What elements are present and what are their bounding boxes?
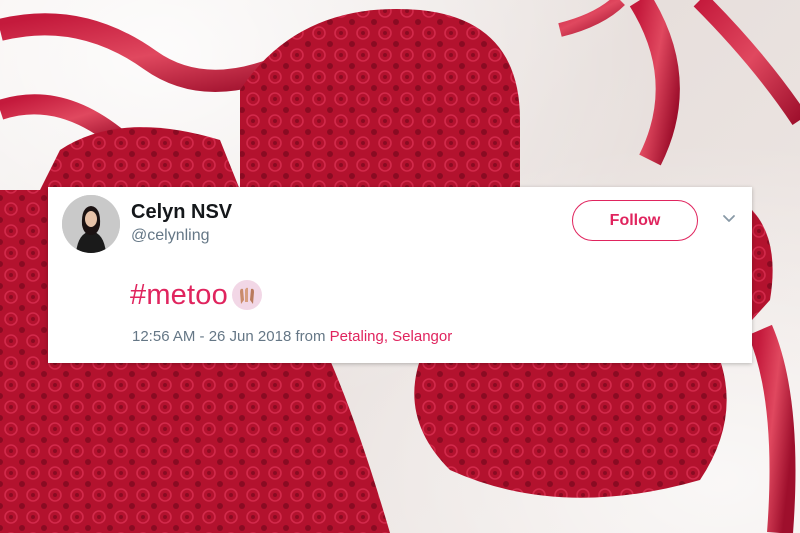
hashtag-link[interactable]: #metoo (130, 279, 228, 312)
chevron-down-icon[interactable] (722, 214, 736, 224)
location-link[interactable]: Petaling, Selangor (330, 328, 453, 345)
raised-hands-emoji (231, 280, 262, 310)
user-handle[interactable]: @celynling (131, 227, 210, 245)
follow-button[interactable]: Follow (572, 200, 698, 241)
display-name[interactable]: Celyn NSV (131, 201, 232, 224)
timestamp-link[interactable]: 12:56 AM - 26 Jun 2018 (132, 328, 291, 345)
tweet-meta: 12:56 AM - 26 Jun 2018 from Petaling, Se… (132, 328, 452, 345)
from-label: from (295, 328, 326, 345)
tweet-text: #metoo (130, 275, 262, 315)
tweet-card: Celyn NSV @celynling Follow #metoo 12:56… (48, 187, 752, 363)
avatar[interactable] (62, 195, 120, 253)
avatar-portrait (62, 195, 120, 253)
